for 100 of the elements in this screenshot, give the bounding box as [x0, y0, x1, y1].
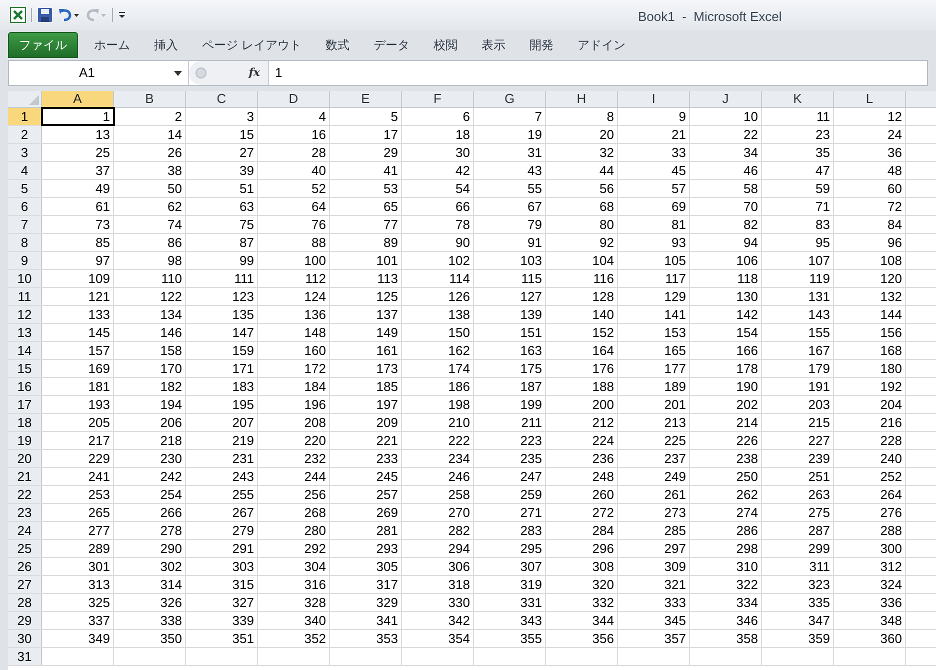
table-cell: 65: [384, 198, 398, 215]
row-header[interactable]: 6: [8, 198, 42, 215]
ribbon-tab[interactable]: データ: [361, 32, 422, 58]
row-header[interactable]: 9: [8, 252, 42, 269]
ribbon-tab[interactable]: ファイル: [8, 32, 78, 58]
table-cell: 303: [232, 558, 254, 575]
table-cell: 117: [665, 270, 686, 287]
undo-icon[interactable]: [58, 8, 80, 22]
row-header[interactable]: 27: [8, 576, 42, 593]
column-header[interactable]: B: [114, 91, 186, 107]
table-cell: 114: [449, 270, 470, 287]
row-header[interactable]: 12: [8, 306, 42, 323]
row-header[interactable]: 8: [8, 234, 42, 251]
table-cell: 322: [736, 576, 758, 593]
table-cell: 151: [520, 324, 542, 341]
table-cell: 152: [592, 324, 614, 341]
row-header[interactable]: 26: [8, 558, 42, 575]
table-cell: 305: [376, 558, 398, 575]
row-header[interactable]: 18: [8, 414, 42, 431]
row-header[interactable]: 11: [8, 288, 42, 305]
table-cell: 73: [96, 216, 110, 233]
table-cell: 27: [240, 144, 254, 161]
row-header[interactable]: 4: [8, 162, 42, 179]
ribbon-tab[interactable]: 校閲: [421, 32, 470, 58]
row-header[interactable]: 31: [8, 648, 42, 665]
table-cell: 28: [312, 144, 326, 161]
row-header[interactable]: 29: [8, 612, 42, 629]
row-header[interactable]: 3: [8, 144, 42, 161]
row-header[interactable]: 21: [8, 468, 42, 485]
table-cell: 295: [520, 540, 542, 557]
table-cell: 182: [160, 378, 182, 395]
row-header[interactable]: 5: [8, 180, 42, 197]
ribbon-tab[interactable]: 表示: [469, 32, 518, 58]
insert-function-button[interactable]: fx: [248, 64, 260, 82]
table-cell: 17: [384, 126, 398, 143]
row-header[interactable]: 24: [8, 522, 42, 539]
table-cell: 211: [521, 414, 542, 431]
table-cell: 172: [304, 360, 326, 377]
table-cell: 60: [888, 180, 902, 197]
name-box[interactable]: A1: [9, 61, 189, 85]
row-header[interactable]: 10: [8, 270, 42, 287]
customize-toolbar-icon[interactable]: [118, 10, 126, 20]
ribbon-tab[interactable]: 開発: [517, 32, 566, 58]
row-header[interactable]: 15: [8, 360, 42, 377]
row-header[interactable]: 25: [8, 540, 42, 557]
row-header[interactable]: 20: [8, 450, 42, 467]
table-cell: 217: [88, 432, 110, 449]
table-cell: 262: [736, 486, 758, 503]
row-header[interactable]: 17: [8, 396, 42, 413]
table-cell: 287: [808, 522, 830, 539]
table-cell: 315: [232, 576, 254, 593]
column-header[interactable]: E: [330, 91, 402, 107]
table-cell: 290: [160, 540, 182, 557]
column-header[interactable]: F: [402, 91, 474, 107]
ribbon-tab[interactable]: 挿入: [142, 32, 190, 58]
table-cell: 95: [816, 234, 830, 251]
dropdown-caret-icon[interactable]: [174, 70, 182, 76]
ribbon-tab[interactable]: アドイン: [565, 32, 638, 58]
table-cell: 128: [592, 288, 614, 305]
table-cell: 278: [160, 522, 182, 539]
row-header[interactable]: 14: [8, 342, 42, 359]
table-cell: 20: [600, 126, 614, 143]
row-header[interactable]: 28: [8, 594, 42, 611]
column-header[interactable]: A: [42, 91, 114, 107]
table-cell: 353: [376, 630, 398, 647]
save-icon[interactable]: [37, 7, 53, 23]
table-cell: 5: [390, 108, 398, 125]
column-header[interactable]: C: [186, 91, 258, 107]
table-cell: 102: [448, 252, 470, 269]
table-cell: 66: [456, 198, 470, 215]
table-cell: 285: [664, 522, 686, 539]
table-cell: 239: [808, 450, 830, 467]
table-cell: 12: [888, 108, 902, 125]
column-header[interactable]: G: [474, 91, 546, 107]
column-header[interactable]: D: [258, 91, 330, 107]
table-cell: 280: [304, 522, 326, 539]
row-header[interactable]: 13: [8, 324, 42, 341]
row-header[interactable]: 23: [8, 504, 42, 521]
table-cell: 157: [88, 342, 110, 359]
row-header[interactable]: 19: [8, 432, 42, 449]
ribbon-tab[interactable]: ページ レイアウト: [190, 32, 314, 58]
ribbon-tab[interactable]: ホーム: [82, 32, 142, 58]
formula-input[interactable]: 1: [275, 63, 282, 83]
row-header[interactable]: 2: [8, 126, 42, 143]
ribbon-tab[interactable]: 数式: [313, 32, 362, 58]
column-header[interactable]: J: [690, 91, 762, 107]
table-cell: 43: [528, 162, 542, 179]
column-header[interactable]: I: [618, 91, 690, 107]
table-cell: 112: [305, 270, 326, 287]
column-header[interactable]: L: [834, 91, 906, 107]
row-header[interactable]: 16: [8, 378, 42, 395]
row-header[interactable]: 22: [8, 486, 42, 503]
column-header[interactable]: K: [762, 91, 834, 107]
row-header[interactable]: 7: [8, 216, 42, 233]
table-cell: 116: [593, 270, 614, 287]
table-cell: 238: [736, 450, 758, 467]
row-header[interactable]: 1: [8, 108, 42, 125]
column-header[interactable]: H: [546, 91, 618, 107]
splitter-handle-icon[interactable]: [195, 67, 207, 79]
row-header[interactable]: 30: [8, 630, 42, 647]
